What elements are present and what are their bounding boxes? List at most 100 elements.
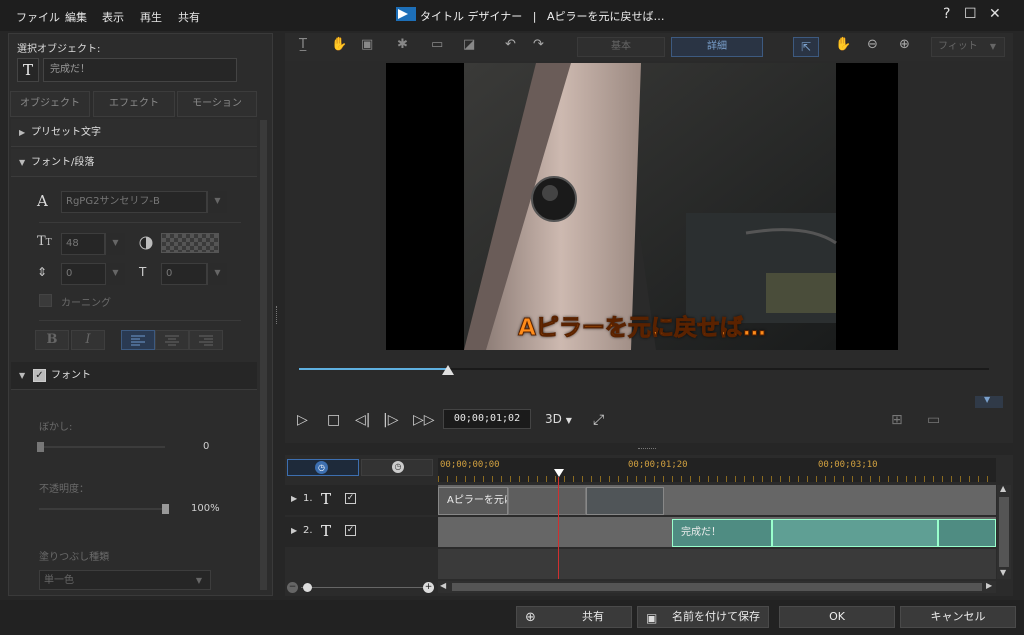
insert-text-icon[interactable]: T̲ [299,37,307,52]
chevron-down-icon[interactable]: ▼ [105,233,125,255]
font-color-icon[interactable] [139,236,153,250]
tab-object[interactable]: オブジェクト [10,91,90,117]
save-as-button[interactable]: ▣ 名前を付けて保存 [637,606,769,628]
chevron-down-icon[interactable]: ▼ [207,191,227,213]
timeline-mode-button[interactable]: ◷ [287,459,359,476]
section-font[interactable]: ▼ ✓ フォント [11,362,257,390]
undo-icon[interactable]: ↶ [505,37,516,52]
scrubber-handle[interactable] [441,364,455,376]
splitter-handle[interactable] [276,306,280,324]
insert-shape-icon[interactable]: ▭ [431,37,443,52]
redo-icon[interactable]: ↷ [533,37,544,52]
video-frame[interactable]: Aピラーを元に戻せば… [386,63,898,350]
monitor-icon[interactable]: ▭ [927,412,940,428]
track-visible-checkbox[interactable]: ✓ [345,493,356,504]
italic-button[interactable]: I [71,330,105,350]
track-lane-1[interactable]: Aピラーを元に戻せば… [438,485,996,515]
safe-zone-icon[interactable]: ⊞ [891,412,903,428]
text-clip[interactable]: 完成だ！ [672,519,772,547]
line-spacing-field[interactable]: 0 [61,263,107,285]
clip-segment[interactable] [938,519,996,547]
selected-object-field[interactable]: 完成だ！ [43,58,237,82]
tab-motion[interactable]: モーション [177,91,257,117]
blur-slider-handle[interactable] [37,442,44,452]
timeline-hscroll[interactable]: ◀ ▶ [438,581,996,593]
track-visible-checkbox[interactable]: ✓ [345,525,356,536]
panel-scrollbar[interactable] [260,120,267,590]
zoom-out-icon[interactable]: ⊖ [867,37,878,52]
zoom-in-icon[interactable]: + [423,582,434,593]
playhead-marker[interactable] [553,468,565,478]
zoom-out-icon[interactable]: − [287,582,298,593]
insert-particle-icon[interactable]: ✋ [331,37,347,52]
clip-segment[interactable] [772,519,938,547]
char-spacing-field[interactable]: 0 [161,263,207,285]
basic-mode-button[interactable]: 基本 [577,37,665,57]
align-right-button[interactable] [189,330,223,350]
play-icon[interactable]: ▷ [297,412,308,428]
splitter-handle[interactable] [638,448,656,449]
hand-tool-icon[interactable]: ✋ [835,37,851,52]
tab-effect[interactable]: エフェクト [93,91,175,117]
fullscreen-icon[interactable]: ⤢ [593,412,604,428]
clip-segment[interactable] [586,487,664,515]
3d-mode-button[interactable]: 3D ▼ [545,412,572,426]
font-name-select[interactable]: RgPG2サンセリフ-B [61,191,207,213]
preview-scrubber[interactable] [299,368,989,370]
timeline-zoom-slider[interactable] [301,587,423,588]
bold-button[interactable]: B [35,330,69,350]
chevron-down-icon[interactable]: ▼ [207,263,227,285]
title-designer-window: ファイル 編集 表示 再生 共有 タイトル デザイナー | Aピラーを元に戻せば… [0,0,1024,635]
blur-slider[interactable] [39,446,165,448]
cancel-button[interactable]: キャンセル [900,606,1016,628]
zoom-in-icon[interactable]: ⊕ [899,37,910,52]
zoom-slider-handle[interactable] [303,583,312,592]
insert-effect-icon[interactable]: ✱ [397,37,408,52]
track-header-1[interactable]: ▶ 1. T ✓ [285,485,438,515]
detail-mode-button[interactable]: 詳細 [671,37,763,57]
menu-file[interactable]: ファイル [16,9,60,25]
next-frame-icon[interactable]: |▷ [383,412,398,428]
kerning-checkbox[interactable] [39,294,52,307]
color-swatch[interactable] [161,233,219,253]
stop-icon[interactable]: □ [327,412,340,428]
clip-segment[interactable] [508,487,586,515]
chevron-down-icon: ▼ [984,395,991,404]
timecode-display[interactable]: 00;00;01;02 [443,409,531,429]
ok-button[interactable]: OK [779,606,895,628]
close-button[interactable]: ✕ [989,6,1001,22]
timeline-vscroll[interactable]: ▲ ▼ [997,484,1011,579]
panel-toggle-button[interactable]: ▼ [975,395,1003,408]
insert-background-icon[interactable]: ◪ [463,37,475,52]
previous-frame-icon[interactable]: ◁| [355,412,370,428]
share-button[interactable]: ⊕ 共有 [516,606,632,628]
track-lane-2[interactable]: 完成だ！ [438,517,996,547]
font-checkbox[interactable]: ✓ [33,369,46,382]
maximize-button[interactable]: ☐ [964,6,977,22]
menu-view[interactable]: 表示 [102,9,124,25]
text-clip[interactable]: Aピラーを元に戻せば… [438,487,508,515]
section-preset-text[interactable]: ▶ プリセット文字 [11,119,257,147]
section-font-paragraph[interactable]: ▼ フォント/段落 [11,149,257,177]
help-button[interactable]: ? [943,6,950,22]
zoom-select[interactable]: フィット ▼ [931,37,1005,57]
timeline-ruler[interactable]: 00;00;00;00 00;00;01;20 00;00;03;10 [438,458,996,482]
fill-type-select[interactable]: 単一色 ▼ [39,570,211,590]
expand-icon[interactable]: ▶ [291,494,297,503]
insert-image-icon[interactable]: ▣ [361,37,373,52]
menu-share[interactable]: 共有 [178,9,200,25]
chevron-down-icon[interactable]: ▼ [105,263,125,285]
track-header-2[interactable]: ▶ 2. T ✓ [285,517,438,547]
opacity-slider[interactable] [39,508,169,510]
fast-forward-icon[interactable]: ▷▷ [413,412,435,428]
align-center-button[interactable] [155,330,189,350]
caption-text[interactable]: Aピラーを元に戻せば… [386,308,898,342]
menu-play[interactable]: 再生 [140,9,162,25]
opacity-slider-handle[interactable] [162,504,169,514]
expand-icon[interactable]: ▶ [291,526,297,535]
menu-edit[interactable]: 編集 [65,9,87,25]
select-tool-icon[interactable]: ⇱ [793,37,819,57]
font-size-field[interactable]: 48 [61,233,105,255]
align-left-button[interactable] [121,330,155,350]
keyframe-mode-button[interactable]: ◷ [361,459,433,476]
